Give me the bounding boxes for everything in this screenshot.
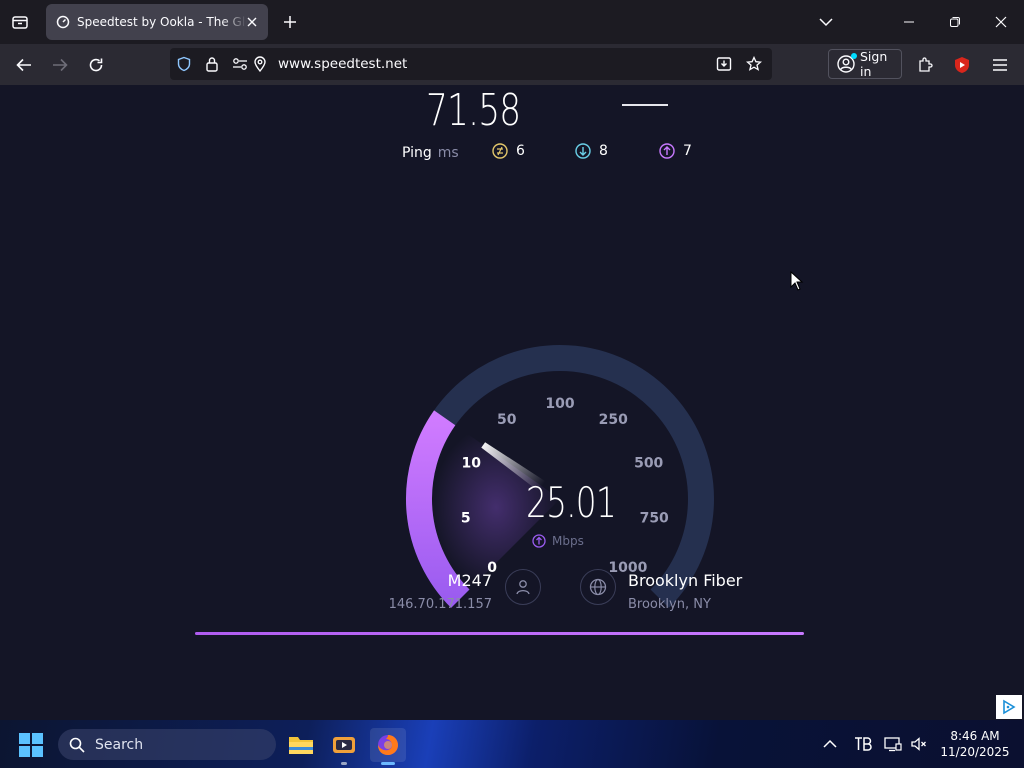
youtube-extension-icon (955, 57, 969, 73)
extensions-icon (919, 57, 933, 72)
close-icon (247, 17, 257, 27)
start-button[interactable] (18, 732, 44, 758)
url-text[interactable]: www.speedtest.net (278, 56, 407, 72)
windows-taskbar: Search 8:46 AM 11/20/2025 (0, 720, 1024, 768)
restore-icon (950, 17, 960, 27)
speedtest-page: 71.58 Ping ms 6 8 7 0 5 10 50 100 250 50… (0, 85, 1024, 720)
gauge-label-750: 750 (640, 511, 669, 527)
shield-icon[interactable] (176, 56, 192, 72)
test-progress-bar (195, 632, 804, 635)
media-player-icon (333, 737, 355, 753)
url-bar[interactable]: www.speedtest.net (170, 48, 772, 80)
current-speed-value: 25.01 (526, 478, 617, 527)
gauge-label-100: 100 (545, 396, 574, 412)
minimize-button[interactable] (886, 0, 932, 44)
connection-info: M247 146.70.171.157 Brooklyn Fiber Brook… (0, 565, 1024, 625)
back-button[interactable] (9, 50, 39, 80)
minimize-icon (904, 21, 914, 23)
close-window-icon (995, 16, 1007, 28)
new-tab-button[interactable] (278, 10, 302, 34)
lock-icon[interactable] (204, 56, 220, 72)
tab-speedtest[interactable]: Speedtest by Ookla - The Global Broadban… (46, 4, 268, 40)
gauge-label-50: 50 (497, 412, 517, 428)
sign-in-label: Sign in (860, 49, 888, 79)
download-page-icon[interactable] (716, 56, 732, 72)
mouse-cursor-icon (790, 271, 804, 291)
isp-name: Brooklyn Fiber (628, 571, 743, 590)
notification-dot (851, 53, 857, 59)
forward-button[interactable] (45, 50, 75, 80)
windows-logo-icon (19, 733, 43, 757)
tab-bar: Speedtest by Ookla - The Global Broadban… (0, 0, 1024, 44)
firefox-icon (378, 735, 398, 755)
tray-app-icon[interactable] (853, 734, 873, 754)
folder-icon (289, 737, 313, 754)
reload-button[interactable] (81, 50, 111, 80)
isp-location: Brooklyn, NY (628, 597, 711, 612)
close-tab-button[interactable] (244, 14, 260, 30)
tab-list-button[interactable] (6, 8, 34, 36)
forward-icon (53, 58, 68, 72)
extensions-button[interactable] (910, 50, 940, 80)
restore-button[interactable] (932, 0, 978, 44)
back-icon (16, 58, 31, 72)
app-active-indicator (381, 762, 395, 765)
media-player-button[interactable] (326, 728, 362, 765)
tab-title: Speedtest by Ookla - The Global Broadban… (77, 15, 247, 29)
adchoices-icon[interactable] (996, 695, 1022, 719)
search-label: Search (95, 736, 144, 753)
plus-icon (284, 16, 296, 28)
gauge-label-250: 250 (599, 412, 628, 428)
file-explorer-button[interactable] (283, 728, 319, 762)
user-icon[interactable] (505, 569, 541, 605)
clock-time: 8:46 AM (950, 729, 1000, 743)
close-window-button[interactable] (978, 0, 1024, 44)
speed-unit-label: Mbps (552, 534, 584, 548)
clock-date: 11/20/2025 (940, 745, 1010, 759)
chevron-up-icon (823, 739, 837, 748)
gauge-label-500: 500 (634, 455, 663, 471)
chevron-down-icon (819, 18, 833, 27)
permissions-icon[interactable] (232, 56, 248, 72)
speedtest-favicon (56, 15, 70, 29)
show-hidden-icons-button[interactable] (820, 734, 840, 754)
tab-list-icon (12, 16, 28, 29)
volume-muted-icon[interactable] (909, 734, 929, 754)
reload-icon (89, 58, 103, 72)
app-menu-button[interactable] (985, 50, 1015, 80)
speed-unit: Mbps (532, 534, 584, 548)
search-icon (68, 736, 86, 754)
navigation-toolbar: www.speedtest.net Sign in (0, 44, 1024, 85)
globe-icon[interactable] (580, 569, 616, 605)
network-icon[interactable] (883, 734, 903, 754)
app-running-indicator (341, 762, 347, 765)
firefox-button[interactable] (370, 728, 406, 765)
taskbar-search[interactable]: Search (58, 729, 276, 760)
host-name: M247 (447, 571, 492, 590)
gauge-label-5: 5 (461, 511, 471, 527)
menu-icon (993, 59, 1007, 71)
youtube-extension-button[interactable] (947, 50, 977, 80)
host-ip: 146.70.171.157 (388, 597, 492, 612)
location-icon[interactable] (252, 56, 268, 72)
system-clock[interactable]: 8:46 AM 11/20/2025 (940, 728, 1010, 760)
sign-in-button[interactable]: Sign in (828, 49, 902, 79)
star-icon[interactable] (746, 56, 762, 72)
account-icon (837, 53, 857, 73)
gauge-label-10: 10 (462, 455, 482, 471)
list-all-tabs-button[interactable] (814, 10, 838, 34)
upload-icon (532, 534, 546, 548)
